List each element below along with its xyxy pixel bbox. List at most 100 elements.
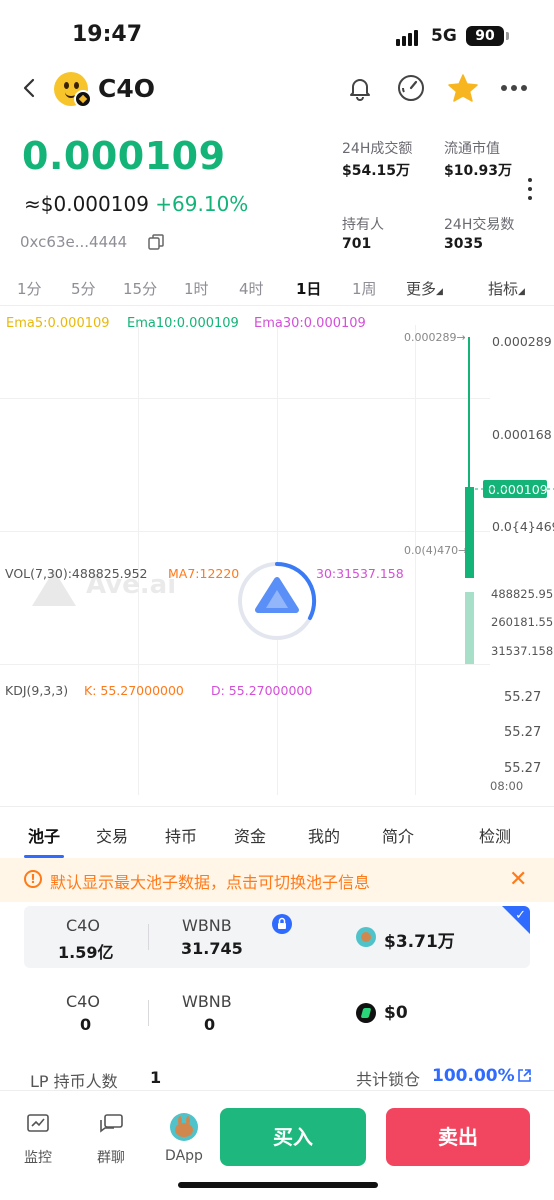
pool-sym-b: WBNB: [182, 992, 232, 1011]
tf-5m[interactable]: 5分: [71, 278, 96, 299]
lp-holders-label: LP 持币人数: [30, 1072, 118, 1091]
pool-sym-a: C4O: [66, 916, 100, 935]
battery-tip: [506, 32, 509, 40]
loading-spinner-icon: [238, 561, 317, 640]
locked-percent: 100.00%: [432, 1066, 515, 1086]
price-usd-line: ≈$0.000109 +69.10%: [24, 192, 248, 216]
tf-1w[interactable]: 1周: [352, 278, 377, 299]
pool-card-selected[interactable]: C4O 1.59亿 WBNB 31.745 $3.71万 ✓: [24, 906, 530, 968]
kdj-axis-tick: 55.27: [504, 690, 542, 705]
price-usd: ≈$0.000109: [24, 192, 149, 216]
volume-axis-tick: 31537.158: [491, 644, 554, 658]
lp-holders-value: 1: [150, 1068, 162, 1087]
sell-button[interactable]: 卖出: [386, 1108, 530, 1166]
vol-ma30-label: 30:31537.158: [316, 566, 404, 581]
status-bar: 19:47 5G 90: [0, 0, 554, 70]
warning-icon: !: [24, 870, 42, 888]
pool-divider: [148, 1000, 149, 1026]
chat-icon: [100, 1114, 123, 1133]
tf-more[interactable]: 更多◢: [406, 278, 443, 299]
lock-icon[interactable]: [272, 914, 292, 934]
pool-liquidity-usd: $0: [384, 1003, 408, 1023]
pool-amt-b: 0: [204, 1015, 216, 1034]
dex-icon: [356, 1003, 376, 1023]
kdj-axis-tick: 55.27: [504, 761, 542, 776]
tf-1m[interactable]: 1分: [17, 278, 42, 299]
stat-txns-value: 3035: [444, 236, 483, 252]
tab-trades[interactable]: 交易: [96, 823, 128, 847]
monitor-button[interactable]: 监控: [18, 1113, 58, 1167]
pool-sym-a: C4O: [66, 992, 100, 1011]
tab-pools[interactable]: 池子: [28, 823, 60, 847]
price-main: 0.000109: [22, 134, 226, 178]
monitor-label: 监控: [24, 1150, 52, 1166]
buy-button[interactable]: 买入: [220, 1108, 366, 1166]
kdj-d-label: D: 55.27000000: [211, 683, 313, 698]
tab-check[interactable]: 检测: [479, 823, 511, 847]
kdj-k-label: K: 55.27000000: [84, 683, 184, 698]
battery-icon: 90: [466, 26, 504, 46]
vol-label: VOL(7,30):488825.952: [5, 566, 148, 581]
contract-address: 0xc63e...4444: [20, 233, 128, 251]
stat-volume-label: 24H成交额: [342, 141, 413, 157]
tf-more-label: 更多: [406, 280, 437, 298]
chat-label: 群聊: [97, 1150, 125, 1166]
external-link-icon: [517, 1069, 531, 1082]
dapp-label: DApp: [165, 1148, 203, 1164]
tab-mine[interactable]: 我的: [308, 823, 340, 847]
volume-bar: [465, 592, 474, 664]
notice-text: 默认显示最大池子数据，点击可切换池子信息: [50, 873, 371, 892]
time-axis-label: 08:00: [490, 779, 524, 793]
tab-intro[interactable]: 简介: [382, 823, 414, 847]
kdj-axis-tick: 55.27: [504, 725, 542, 740]
stat-txns-label: 24H交易数: [444, 217, 515, 233]
pool-amt-b: 31.745: [181, 939, 243, 958]
home-indicator: [178, 1182, 378, 1188]
price-change: +69.10%: [155, 192, 249, 216]
candle-body: [465, 487, 474, 578]
tab-funds[interactable]: 资金: [234, 823, 266, 847]
stats-more-icon[interactable]: [528, 178, 534, 204]
pool-amt-a: 1.59亿: [58, 943, 114, 962]
chat-button[interactable]: 群聊: [91, 1113, 131, 1167]
volume-axis-tick: 260181.555: [491, 615, 554, 629]
pool-card[interactable]: C4O 0 WBNB 0 $0: [24, 982, 530, 1044]
monitor-icon: [27, 1114, 49, 1132]
stat-volume-value: $54.15万: [342, 163, 411, 179]
pool-sym-b: WBNB: [182, 916, 232, 935]
tf-1d[interactable]: 1日: [296, 278, 321, 299]
stat-holders-value: 701: [342, 236, 372, 252]
check-icon: ✓: [515, 908, 526, 923]
detail-tabs: 池子 交易 持币 资金 我的 简介 检测: [0, 806, 554, 858]
tf-15m[interactable]: 15分: [123, 278, 157, 299]
tab-holders[interactable]: 持币: [165, 823, 197, 847]
stat-mcap-label: 流通市值: [444, 141, 500, 157]
locked-label: 共计锁仓: [356, 1070, 421, 1089]
dapp-button[interactable]: DApp: [162, 1112, 206, 1164]
locked-value[interactable]: 100.00%: [432, 1066, 532, 1086]
network-label: 5G: [431, 26, 457, 46]
copy-icon[interactable]: [148, 234, 164, 250]
gauge-icon[interactable]: [396, 73, 426, 103]
kdj-label: KDJ(9,3,3): [5, 683, 69, 698]
close-icon[interactable]: ✕: [509, 867, 527, 892]
pancake-dapp-icon: [170, 1113, 198, 1141]
back-icon[interactable]: [18, 76, 42, 100]
more-menu-icon[interactable]: [500, 84, 528, 92]
tf-1h[interactable]: 1时: [184, 278, 209, 299]
token-name: C4O: [98, 74, 155, 103]
volume-axis-tick: 488825.952: [491, 587, 554, 601]
stat-mcap-value: $10.93万: [444, 163, 513, 179]
bell-icon[interactable]: [346, 74, 374, 102]
tf-4h[interactable]: 4时: [239, 278, 264, 299]
status-time: 19:47: [72, 22, 143, 47]
pancakeswap-icon: [356, 927, 376, 947]
signal-icon: [396, 30, 424, 46]
pool-notice[interactable]: ! 默认显示最大池子数据，点击可切换池子信息 ✕: [0, 858, 554, 902]
tf-indicators-label: 指标: [488, 280, 519, 298]
favorite-star-icon[interactable]: [447, 73, 479, 103]
bnb-chain-icon: [74, 90, 92, 108]
pool-amt-a: 0: [80, 1015, 92, 1034]
tf-indicators[interactable]: 指标◢: [488, 278, 525, 299]
stat-holders-label: 持有人: [342, 217, 384, 233]
